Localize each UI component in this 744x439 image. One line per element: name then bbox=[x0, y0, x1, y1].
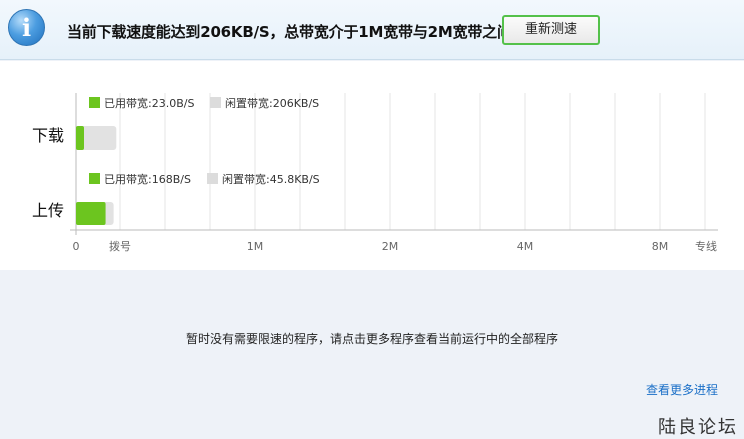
used-legend-swatch bbox=[89, 173, 100, 184]
x-tick-label: 拨号 bbox=[109, 239, 131, 253]
bandwidth-chart: 0 拨号 1M 2M 4M 8M 专线 已用带宽:23.0B/S 闲置带宽:206KB/S 已用… bbox=[32, 93, 718, 253]
bandwidth-chart-panel: 0 拨号 1M 2M 4M 8M 专线 已用带宽:23.0B/S 闲置带宽:206KB/S 已用… bbox=[0, 61, 744, 270]
no-process-message: 暂时没有需要限速的程序，请点击更多程序查看当前运行中的全部程序 bbox=[185, 332, 558, 346]
category-label: 上传 bbox=[32, 201, 64, 220]
used-legend-label: 已用带宽:23.0B/S bbox=[104, 96, 194, 110]
view-more-processes-link[interactable]: 查看更多进程 bbox=[646, 381, 718, 398]
used-bandwidth-bar bbox=[76, 202, 106, 225]
used-bandwidth-bar bbox=[76, 126, 84, 150]
x-tick-label: 8M bbox=[652, 240, 669, 253]
x-tick-label: 0 bbox=[73, 240, 80, 253]
x-tick-label: 1M bbox=[247, 240, 264, 253]
used-legend-label: 已用带宽:168B/S bbox=[104, 172, 191, 186]
process-panel: 暂时没有需要限速的程序，请点击更多程序查看当前运行中的全部程序 查看更多进程 陆… bbox=[0, 270, 744, 439]
used-legend-swatch bbox=[89, 97, 100, 108]
x-tick-label: 专线 bbox=[695, 239, 717, 253]
speed-result-headline: 当前下载速度能达到206KB/S，总带宽介于1M宽带与2M宽带之间 bbox=[67, 23, 512, 41]
category-label: 下载 bbox=[32, 126, 64, 145]
idle-legend-swatch bbox=[207, 173, 218, 184]
result-banner: i 当前下载速度能达到206KB/S，总带宽介于1M宽带与2M宽带之间 重新测速 bbox=[0, 0, 744, 60]
idle-legend-swatch bbox=[210, 97, 221, 108]
x-tick-label: 4M bbox=[517, 240, 534, 253]
idle-legend-label: 闲置带宽:206KB/S bbox=[225, 96, 319, 110]
forum-watermark: 陆良论坛 bbox=[658, 417, 738, 438]
retest-button[interactable]: 重新测速 bbox=[502, 15, 600, 45]
x-tick-label: 2M bbox=[382, 240, 399, 253]
info-icon: i bbox=[8, 9, 45, 46]
idle-legend-label: 闲置带宽:45.8KB/S bbox=[222, 172, 320, 186]
